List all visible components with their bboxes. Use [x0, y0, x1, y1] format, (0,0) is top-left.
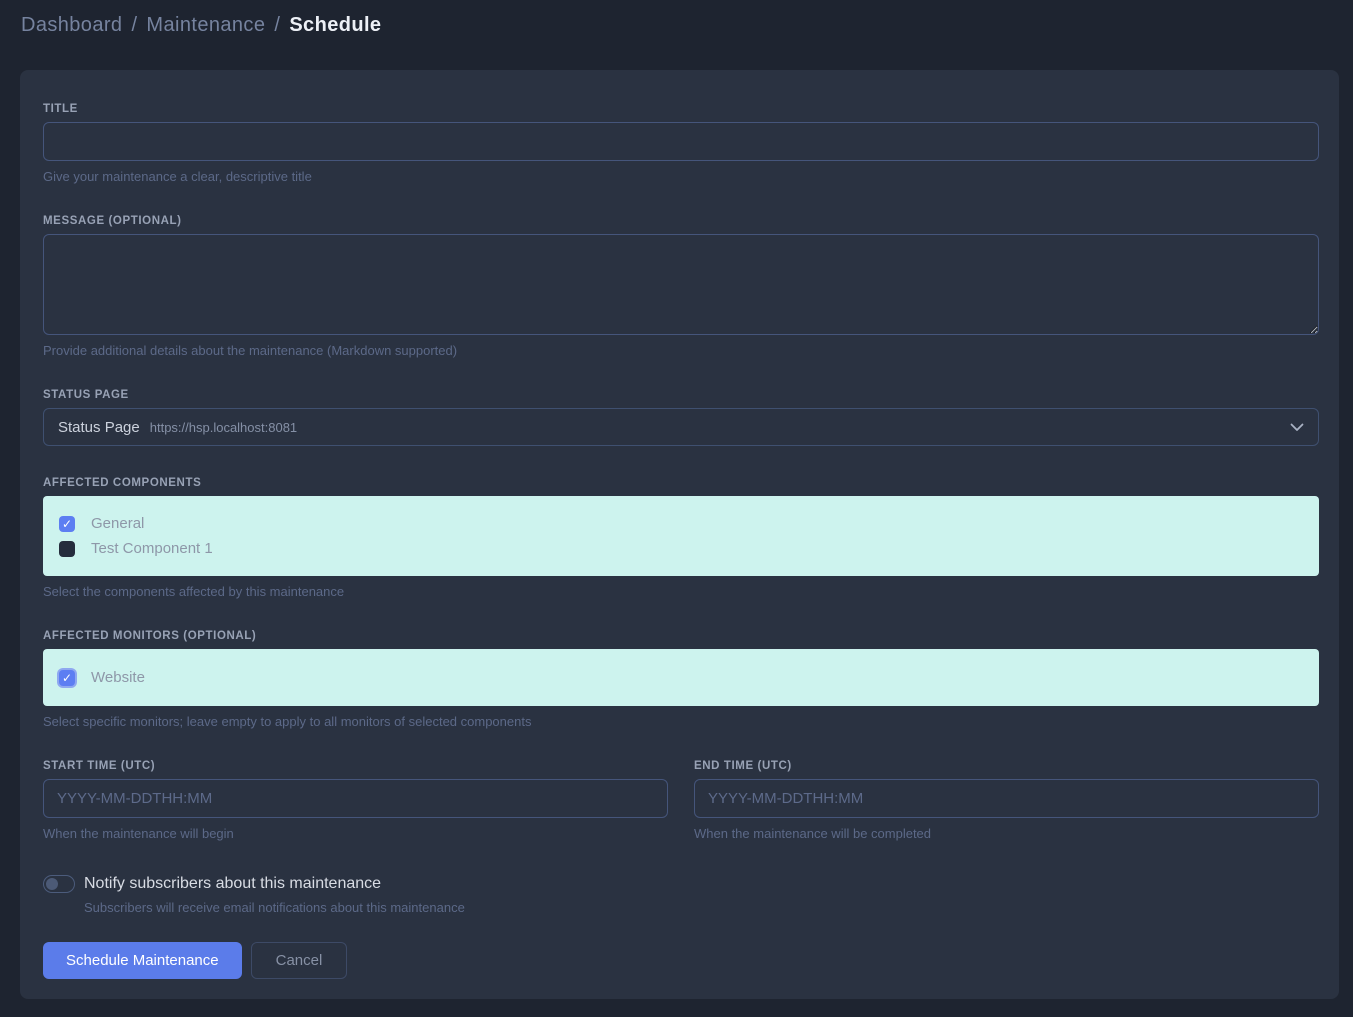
breadcrumb: Dashboard / Maintenance / Schedule: [21, 14, 381, 37]
message-helper: Provide additional details about the mai…: [43, 343, 1319, 358]
affected-monitors-listbox[interactable]: Website: [43, 649, 1319, 706]
affected-monitors-label: AFFECTED MONITORS (OPTIONAL): [43, 630, 1319, 642]
breadcrumb-current-schedule: Schedule: [289, 14, 381, 37]
breadcrumb-separator: /: [131, 14, 137, 37]
title-input[interactable]: [43, 122, 1319, 161]
status-page-select[interactable]: Status Page https://hsp.localhost:8081: [43, 408, 1319, 446]
end-time-input[interactable]: [694, 779, 1319, 818]
end-time-helper: When the maintenance will be completed: [694, 826, 1319, 841]
component-option-label: Test Component 1: [91, 540, 213, 557]
affected-components-label: AFFECTED COMPONENTS: [43, 477, 1319, 489]
title-helper: Give your maintenance a clear, descripti…: [43, 169, 1319, 184]
notify-subscribers-toggle[interactable]: [43, 875, 75, 893]
title-field-group: TITLE Give your maintenance a clear, des…: [43, 103, 1319, 184]
end-time-field-group: END TIME (UTC) When the maintenance will…: [694, 760, 1319, 841]
notify-subscribers-group: Notify subscribers about this maintenanc…: [43, 875, 1319, 915]
message-label: MESSAGE (OPTIONAL): [43, 215, 1319, 227]
affected-monitors-helper: Select specific monitors; leave empty to…: [43, 714, 1319, 729]
component-option-test-component-1[interactable]: Test Component 1: [59, 536, 1303, 561]
component-option-label: General: [91, 515, 144, 532]
affected-components-listbox[interactable]: General Test Component 1: [43, 496, 1319, 576]
monitor-option-label: Website: [91, 669, 145, 686]
notify-subscribers-label: Notify subscribers about this maintenanc…: [84, 875, 381, 893]
breadcrumb-separator: /: [274, 14, 280, 37]
title-label: TITLE: [43, 103, 1319, 115]
cancel-button[interactable]: Cancel: [251, 942, 348, 979]
schedule-maintenance-button[interactable]: Schedule Maintenance: [43, 942, 242, 979]
end-time-label: END TIME (UTC): [694, 760, 1319, 772]
start-time-input[interactable]: [43, 779, 668, 818]
message-textarea[interactable]: [43, 234, 1319, 335]
breadcrumb-maintenance[interactable]: Maintenance: [146, 14, 265, 37]
checkbox-website[interactable]: [59, 670, 75, 686]
status-page-field-group: STATUS PAGE Status Page https://hsp.loca…: [43, 389, 1319, 446]
start-time-label: START TIME (UTC): [43, 760, 668, 772]
notify-subscribers-helper: Subscribers will receive email notificat…: [84, 900, 1319, 915]
status-page-selected-name: Status Page: [58, 419, 140, 436]
affected-components-helper: Select the components affected by this m…: [43, 584, 1319, 599]
schedule-maintenance-form: TITLE Give your maintenance a clear, des…: [20, 70, 1339, 999]
topbar: Dashboard / Maintenance / Schedule: [0, 0, 1353, 50]
checkbox-general[interactable]: [59, 516, 75, 532]
affected-components-field-group: AFFECTED COMPONENTS General Test Compone…: [43, 477, 1319, 599]
monitor-option-website[interactable]: Website: [59, 665, 1303, 690]
status-page-selected-url: https://hsp.localhost:8081: [150, 420, 297, 435]
time-fields-row: START TIME (UTC) When the maintenance wi…: [43, 760, 1319, 841]
message-field-group: MESSAGE (OPTIONAL) Provide additional de…: [43, 215, 1319, 358]
affected-monitors-field-group: AFFECTED MONITORS (OPTIONAL) Website Sel…: [43, 630, 1319, 729]
component-option-general[interactable]: General: [59, 511, 1303, 536]
status-page-label: STATUS PAGE: [43, 389, 1319, 401]
chevron-down-icon: [1290, 423, 1304, 432]
toggle-knob: [46, 878, 58, 890]
form-actions: Schedule Maintenance Cancel: [43, 942, 1319, 979]
start-time-helper: When the maintenance will begin: [43, 826, 668, 841]
breadcrumb-dashboard[interactable]: Dashboard: [21, 14, 122, 37]
checkbox-test-component-1[interactable]: [59, 541, 75, 557]
start-time-field-group: START TIME (UTC) When the maintenance wi…: [43, 760, 668, 841]
